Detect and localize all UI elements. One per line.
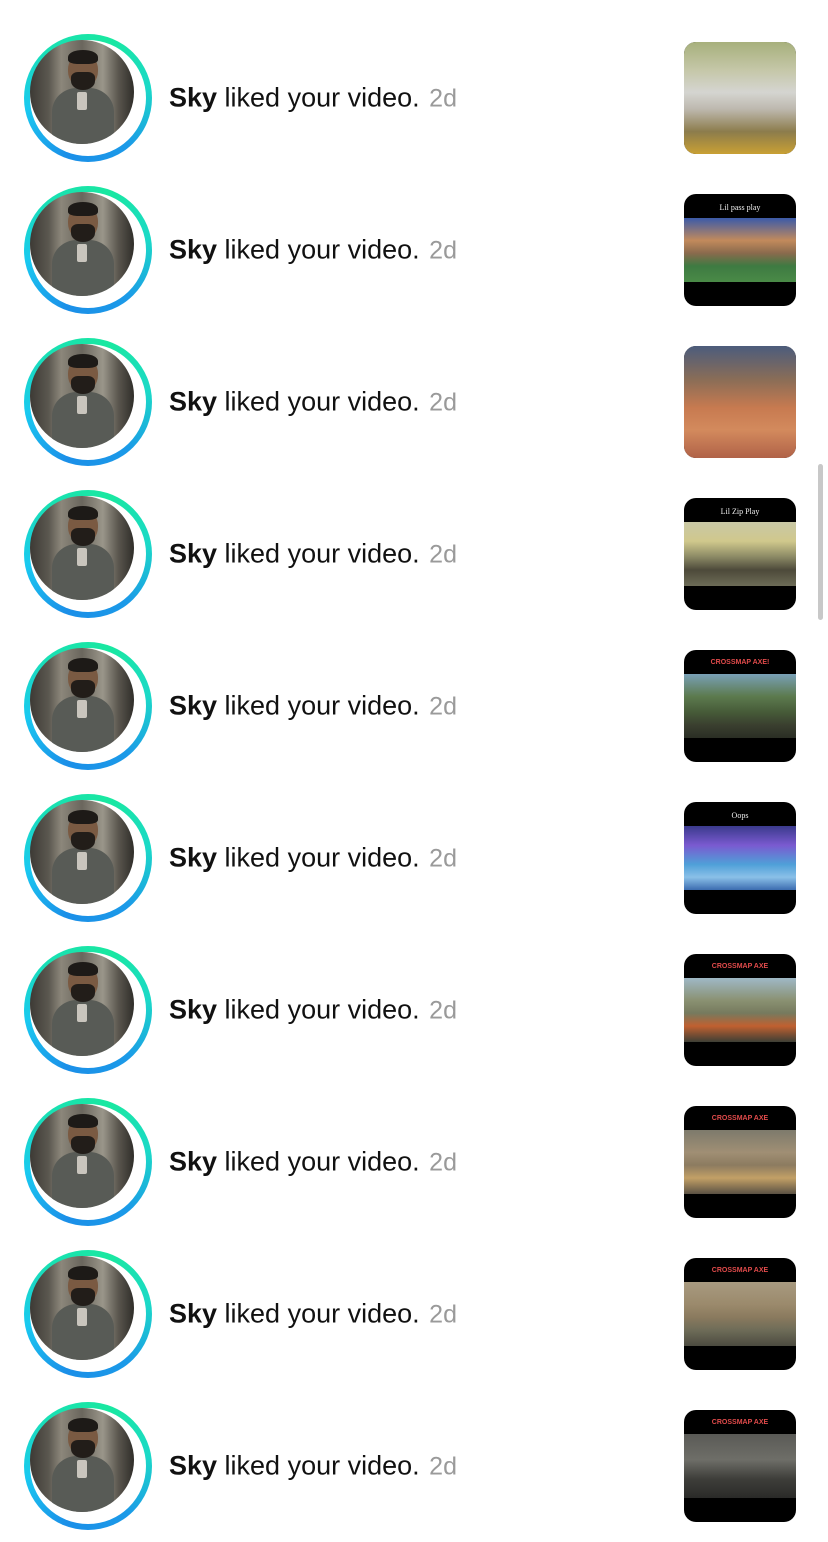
action-text: liked your video. xyxy=(217,1450,420,1481)
avatar-story-ring[interactable] xyxy=(24,642,152,770)
video-caption: Lil pass play xyxy=(719,203,761,212)
video-thumbnail[interactable]: Lil Zip Play xyxy=(684,498,796,610)
username[interactable]: Sky xyxy=(169,387,217,417)
video-frame xyxy=(684,218,796,282)
timestamp: 2d xyxy=(429,1148,457,1177)
username[interactable]: Sky xyxy=(169,1299,217,1329)
avatar xyxy=(30,1408,134,1512)
timestamp: 2d xyxy=(429,692,457,721)
video-frame xyxy=(684,42,796,154)
notification-row[interactable]: Sky liked your video. 2d CROSSMAP AXE xyxy=(0,1086,828,1238)
timestamp: 2d xyxy=(429,236,457,265)
avatar-story-ring[interactable] xyxy=(24,338,152,466)
notification-text: Sky liked your video. 2d xyxy=(169,995,457,1026)
avatar xyxy=(30,496,134,600)
video-caption: CROSSMAP AXE! xyxy=(710,659,770,666)
video-frame xyxy=(684,346,796,458)
action-text: liked your video. xyxy=(217,690,420,721)
username[interactable]: Sky xyxy=(169,843,217,873)
username[interactable]: Sky xyxy=(169,83,217,113)
username[interactable]: Sky xyxy=(169,235,217,265)
video-frame xyxy=(684,1130,796,1194)
video-frame xyxy=(684,978,796,1042)
username[interactable]: Sky xyxy=(169,995,217,1025)
notification-row[interactable]: Sky liked your video. 2d CROSSMAP AXE! xyxy=(0,630,828,782)
action-text: liked your video. xyxy=(217,1298,420,1329)
notification-row[interactable]: Sky liked your video. 2d Lil pass play xyxy=(0,174,828,326)
avatar-story-ring[interactable] xyxy=(24,1250,152,1378)
action-text: liked your video. xyxy=(217,842,420,873)
avatar-story-ring[interactable] xyxy=(24,490,152,618)
notification-row[interactable]: Sky liked your video. 2d Lil Zip Play xyxy=(0,478,828,630)
video-thumbnail[interactable]: CROSSMAP AXE xyxy=(684,954,796,1066)
avatar-story-ring[interactable] xyxy=(24,34,152,162)
notification-text: Sky liked your video. 2d xyxy=(169,83,457,114)
video-thumbnail[interactable] xyxy=(684,42,796,154)
notification-row[interactable]: Sky liked your video. 2d xyxy=(0,326,828,478)
notification-text: Sky liked your video. 2d xyxy=(169,387,457,418)
avatar-story-ring[interactable] xyxy=(24,946,152,1074)
notification-row[interactable]: Sky liked your video. 2d xyxy=(0,22,828,174)
video-thumbnail[interactable]: CROSSMAP AXE xyxy=(684,1410,796,1522)
timestamp: 2d xyxy=(429,1452,457,1481)
video-thumbnail[interactable]: Oops xyxy=(684,802,796,914)
avatar xyxy=(30,800,134,904)
video-frame xyxy=(684,522,796,586)
notification-row[interactable]: Sky liked your video. 2d CROSSMAP AXE xyxy=(0,934,828,1086)
video-thumbnail[interactable]: CROSSMAP AXE xyxy=(684,1106,796,1218)
timestamp: 2d xyxy=(429,844,457,873)
username[interactable]: Sky xyxy=(169,1147,217,1177)
timestamp: 2d xyxy=(429,388,457,417)
avatar-story-ring[interactable] xyxy=(24,1098,152,1226)
action-text: liked your video. xyxy=(217,386,420,417)
avatar-story-ring[interactable] xyxy=(24,1402,152,1530)
notification-text: Sky liked your video. 2d xyxy=(169,1299,457,1330)
scrollbar[interactable] xyxy=(818,464,823,620)
username[interactable]: Sky xyxy=(169,691,217,721)
avatar xyxy=(30,1104,134,1208)
username[interactable]: Sky xyxy=(169,539,217,569)
notification-text: Sky liked your video. 2d xyxy=(169,539,457,570)
timestamp: 2d xyxy=(429,84,457,113)
video-frame xyxy=(684,1282,796,1346)
action-text: liked your video. xyxy=(217,82,420,113)
action-text: liked your video. xyxy=(217,234,420,265)
action-text: liked your video. xyxy=(217,994,420,1025)
username[interactable]: Sky xyxy=(169,1451,217,1481)
notification-text: Sky liked your video. 2d xyxy=(169,235,457,266)
avatar xyxy=(30,648,134,752)
notification-row[interactable]: Sky liked your video. 2d CROSSMAP AXE xyxy=(0,1238,828,1390)
avatar xyxy=(30,192,134,296)
video-thumbnail[interactable]: CROSSMAP AXE xyxy=(684,1258,796,1370)
notification-row[interactable]: Sky liked your video. 2d Oops xyxy=(0,782,828,934)
notification-text: Sky liked your video. 2d xyxy=(169,843,457,874)
action-text: liked your video. xyxy=(217,538,420,569)
avatar xyxy=(30,1256,134,1360)
avatar xyxy=(30,40,134,144)
notification-text: Sky liked your video. 2d xyxy=(169,691,457,722)
action-text: liked your video. xyxy=(217,1146,420,1177)
timestamp: 2d xyxy=(429,1300,457,1329)
notification-text: Sky liked your video. 2d xyxy=(169,1451,457,1482)
timestamp: 2d xyxy=(429,540,457,569)
video-caption: CROSSMAP AXE xyxy=(711,1419,769,1426)
video-frame xyxy=(684,674,796,738)
video-caption: Oops xyxy=(731,811,749,820)
video-thumbnail[interactable]: CROSSMAP AXE! xyxy=(684,650,796,762)
avatar xyxy=(30,952,134,1056)
avatar-story-ring[interactable] xyxy=(24,794,152,922)
video-frame xyxy=(684,1434,796,1498)
notification-row[interactable]: Sky liked your video. 2d CROSSMAP AXE xyxy=(0,1390,828,1542)
video-caption: CROSSMAP AXE xyxy=(711,963,769,970)
video-frame xyxy=(684,826,796,890)
avatar-story-ring[interactable] xyxy=(24,186,152,314)
notification-text: Sky liked your video. 2d xyxy=(169,1147,457,1178)
video-thumbnail[interactable] xyxy=(684,346,796,458)
video-caption: CROSSMAP AXE xyxy=(711,1267,769,1274)
video-caption: Lil Zip Play xyxy=(720,507,760,516)
timestamp: 2d xyxy=(429,996,457,1025)
video-thumbnail[interactable]: Lil pass play xyxy=(684,194,796,306)
video-caption: CROSSMAP AXE xyxy=(711,1115,769,1122)
avatar xyxy=(30,344,134,448)
